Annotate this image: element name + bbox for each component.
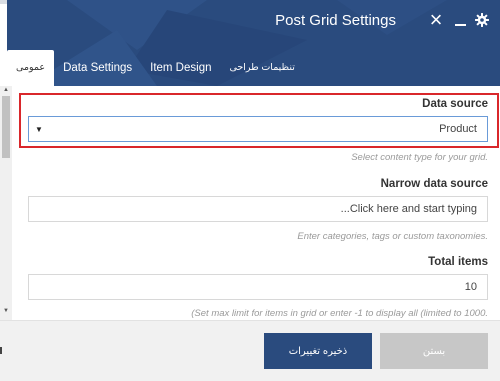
close-button[interactable]: بستن [380,333,488,369]
minimize-icon[interactable] [451,10,469,30]
narrow-data-source-hint: Enter categories, tags or custom taxonom… [297,231,488,242]
dialog-title: Post Grid Settings [275,12,396,29]
data-source-select[interactable]: ▼ Product [28,116,488,142]
total-items-hint: (Set max limit for items in grid or ente… [191,308,488,319]
tab-general[interactable]: عمومی [7,50,55,86]
scrollbar-thumb[interactable] [2,96,10,158]
tab-design-settings[interactable]: تنظیمات طراحی [220,50,303,86]
data-source-value: Product [439,123,477,135]
tab-item-design[interactable]: Item Design [141,50,220,86]
total-items-input[interactable]: 10 [28,274,488,300]
close-icon[interactable]: × [427,9,445,31]
total-items-label: Total items [428,256,488,268]
tab-bar: عمومی Data Settings Item Design تنظیمات … [7,40,500,86]
total-items-value: 10 [464,281,477,293]
dialog-footer: ذخیره تغییرات بستن [0,320,500,381]
scroll-down-icon[interactable]: ▼ [2,308,10,314]
narrow-data-source-placeholder: ...Click here and start typing [340,203,477,215]
data-source-label: Data source [422,98,488,110]
data-source-hint: Select content type for your grid. [351,152,488,163]
narrow-data-source-label: Narrow data source [380,178,488,190]
scroll-up-icon[interactable]: ▲ [2,87,10,93]
gear-icon[interactable] [473,10,491,30]
edge-marker [0,347,2,354]
save-button[interactable]: ذخیره تغییرات [264,333,372,369]
narrow-data-source-input[interactable]: ...Click here and start typing [28,196,488,222]
dropdown-arrow-icon: ▼ [35,125,43,134]
settings-panel: Data source ▼ Product Select content typ… [12,86,500,322]
tab-data-settings[interactable]: Data Settings [54,50,141,86]
